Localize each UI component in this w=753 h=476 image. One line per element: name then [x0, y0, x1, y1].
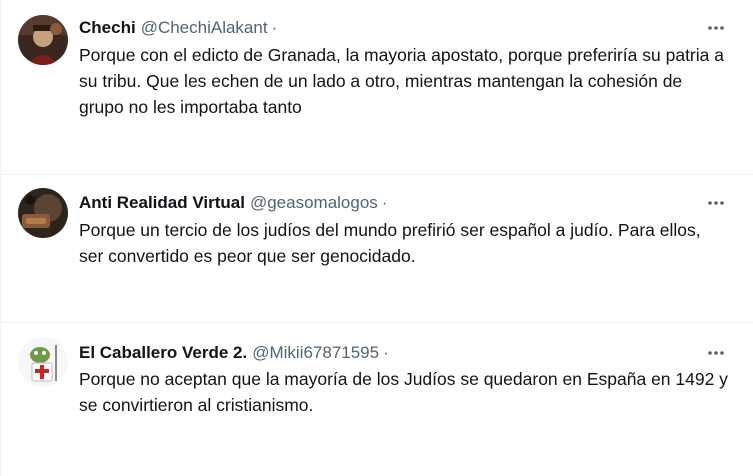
avatar[interactable] — [18, 188, 68, 238]
separator-dot: · — [271, 18, 278, 37]
separator-dot: · — [383, 343, 389, 362]
display-name[interactable]: El Caballero Verde 2. — [79, 343, 247, 363]
more-options-button[interactable] — [704, 16, 728, 40]
display-name[interactable]: Anti Realidad Virtual — [79, 193, 245, 213]
user-handle[interactable]: @ChechiAlakant — [141, 18, 268, 38]
more-options-button[interactable] — [704, 191, 728, 215]
user-handle[interactable]: @geasomalogos — [250, 193, 378, 213]
more-horizontal-icon — [708, 201, 724, 205]
tweet-text: Porque un tercio de los judíos del mundo… — [79, 220, 701, 266]
tweet-header: Chechi @ChechiAlakant · — [79, 16, 277, 40]
tweet-feed: Chechi @ChechiAlakant · Porque con el ed… — [0, 0, 753, 476]
avatar[interactable] — [18, 337, 68, 387]
more-horizontal-icon — [708, 351, 724, 355]
avatar-image — [18, 188, 68, 238]
tweet[interactable]: Anti Realidad Virtual @geasomalogos · Po… — [1, 175, 753, 323]
separator-dot: · — [381, 193, 388, 212]
tweet-text: Porque con el edicto de Granada, la mayo… — [79, 45, 724, 117]
tweet-text: Porque no aceptan que la mayoría de los … — [79, 369, 728, 415]
tweet-header: Anti Realidad Virtual @geasomalogos · — [79, 191, 387, 215]
tweet[interactable]: El Caballero Verde 2. @Mikii67871595 · P… — [1, 323, 753, 476]
avatar-image — [18, 337, 68, 387]
more-horizontal-icon — [708, 26, 724, 30]
user-handle[interactable]: @Mikii67871595 — [252, 343, 379, 363]
display-name[interactable]: Chechi — [79, 18, 136, 38]
avatar-image — [18, 15, 68, 65]
tweet[interactable]: Chechi @ChechiAlakant · Porque con el ed… — [1, 0, 753, 175]
tweet-header: El Caballero Verde 2. @Mikii67871595 · — [79, 341, 389, 365]
more-options-button[interactable] — [704, 341, 728, 365]
avatar[interactable] — [18, 15, 68, 65]
